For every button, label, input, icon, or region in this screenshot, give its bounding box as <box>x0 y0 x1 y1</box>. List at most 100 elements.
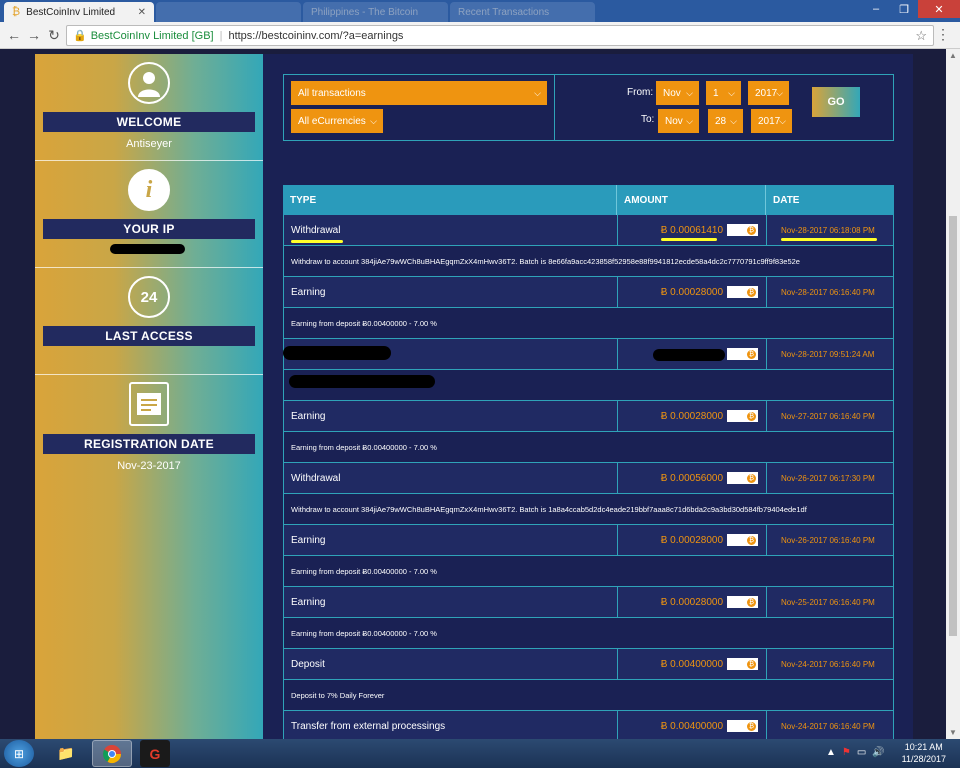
cell-amount: Ƀ 0.00400000 ₿ <box>618 711 767 739</box>
cell-type: Earning <box>284 587 618 617</box>
last-access-label: LAST ACCESS <box>43 326 255 346</box>
cell-type: Deposit <box>284 649 618 679</box>
row-description: Deposit to 7% Daily Forever <box>283 680 894 711</box>
from-year-select[interactable]: 2017 ⌵ <box>748 81 789 105</box>
amount-text: Ƀ 0.00061410 <box>660 224 723 236</box>
to-year-select[interactable]: 2017 ⌵ <box>751 109 792 133</box>
cell-date: Nov-24-2017 06:16:40 PM <box>781 659 875 669</box>
bitcoin-icon: ₿ <box>727 410 758 422</box>
table-row: Withdrawal Ƀ 0.00061410 ₿ Nov-28-2017 06:18… <box>283 215 894 246</box>
chrome-icon[interactable] <box>92 740 132 767</box>
garena-icon[interactable]: G <box>140 740 170 767</box>
cell-amount: Ƀ 0.00400000 ₿ <box>618 649 767 679</box>
amount-text: Ƀ 0.00400000 <box>660 720 723 732</box>
address-bar-row: ← → ↻ 🔒 BestCoinInv Limited [GB] | https… <box>0 22 960 49</box>
from-month-select[interactable]: Nov ⌵ <box>656 81 699 105</box>
bitcoin-icon: ₿ <box>727 658 758 670</box>
back-arrow-icon[interactable]: ← <box>4 27 24 43</box>
cell-date: Nov-26-2017 06:16:40 PM <box>781 535 875 545</box>
show-hidden-icons-icon[interactable]: ▲ <box>826 747 836 758</box>
cell-amount: Ƀ 0.00028000 ₿ <box>618 277 767 307</box>
user-avatar-icon <box>128 62 170 104</box>
cell-date: Nov-28-2017 09:51:24 AM <box>781 349 875 359</box>
from-day-select[interactable]: 1 ⌵ <box>706 81 741 105</box>
row-description: Earning from deposit Ƀ0.00400000 - 7.00 … <box>283 432 894 463</box>
url-omnibox[interactable]: 🔒 BestCoinInv Limited [GB] | https://bes… <box>66 25 934 46</box>
scroll-thumb[interactable] <box>949 216 957 636</box>
bookmark-star-icon[interactable]: ☆ <box>915 28 927 44</box>
info-icon: i <box>128 169 170 211</box>
highlight-mark <box>661 238 717 241</box>
volume-icon[interactable]: 🔊 <box>872 747 884 758</box>
registration-label: REGISTRATION DATE <box>43 434 255 454</box>
url-text: https://bestcoininv.com/?a=earnings <box>228 29 404 42</box>
highlight-mark <box>291 240 343 243</box>
ecurrency-select[interactable]: All eCurrencies ⌵ <box>291 109 383 133</box>
forward-arrow-icon[interactable]: → <box>24 27 44 43</box>
page-scrollbar[interactable]: ▲ ▼ <box>946 49 960 739</box>
cell-type: Earning <box>284 525 618 555</box>
clock-time: 10:21 AM <box>904 742 943 752</box>
transaction-filter: All transactions ⌵ All eCurrencies ⌵ From:… <box>283 74 894 141</box>
divider <box>35 160 263 161</box>
amount-text: Ƀ 0.00056000 <box>660 472 723 484</box>
tab-2[interactable] <box>156 2 301 22</box>
system-tray: ▲ ⚑ ▭ 🔊 <box>826 747 885 758</box>
browser-tab-strip: ₿ BestCoinInv Limited ✕ Philippines - Th… <box>0 0 960 22</box>
table-row: Withdrawal Ƀ 0.00056000 ₿ Nov-26-2017 06:17… <box>283 463 894 494</box>
cell-amount: Ƀ 0.00028000 ₿ <box>618 401 767 431</box>
table-row: Transfer from external processings Ƀ 0.00… <box>283 711 894 739</box>
page-viewport: WELCOME Antiseyer i YOUR IP 24 LAST ACCE… <box>0 49 946 739</box>
table-header: TYPE AMOUNT DATE <box>283 185 894 215</box>
amount-text: Ƀ 0.00028000 <box>660 410 723 422</box>
to-day-select[interactable]: 28 ⌵ <box>708 109 743 133</box>
action-center-flag-icon[interactable]: ⚑ <box>842 747 851 758</box>
reload-icon[interactable]: ↻ <box>44 27 64 44</box>
to-month-select[interactable]: Nov ⌵ <box>658 109 699 133</box>
tab-recent-transactions[interactable]: Recent Transactions <box>450 2 595 22</box>
table-row: Earning Ƀ 0.00028000 ₿ Nov-25-2017 06:16:40… <box>283 587 894 618</box>
row-description: Earning from deposit Ƀ0.00400000 - 7.00 … <box>283 618 894 649</box>
username: Antiseyer <box>126 138 172 150</box>
close-icon[interactable]: ✕ <box>138 7 146 18</box>
transaction-type-select[interactable]: All transactions ⌵ <box>291 81 547 105</box>
row-description: Withdraw to account 384jiAe79wWCh8uBHAEg… <box>283 494 894 525</box>
file-explorer-icon[interactable]: 📁 <box>46 740 86 767</box>
welcome-section: WELCOME Antiseyer <box>35 62 263 150</box>
highlight-mark <box>781 238 877 241</box>
welcome-label: WELCOME <box>43 112 255 132</box>
browser-menu-icon[interactable]: ⋮ <box>936 26 950 43</box>
clock[interactable]: 10:21 AM 11/28/2017 <box>902 741 946 765</box>
divider <box>35 374 263 375</box>
close-window-icon[interactable]: ✕ <box>918 0 960 18</box>
lock-icon: 🔒 <box>73 30 87 42</box>
cell-type: Earning <box>284 401 618 431</box>
cell-date: Nov-25-2017 06:16:40 PM <box>781 597 875 607</box>
amount-text: Ƀ 0.00028000 <box>660 596 723 608</box>
maximize-icon[interactable]: ❐ <box>890 0 918 18</box>
go-button[interactable]: GO <box>812 87 860 117</box>
bitcoin-icon: ₿ <box>727 596 758 608</box>
bitcoin-icon: ₿ <box>727 472 758 484</box>
bitcoin-icon: ₿ <box>727 348 758 360</box>
window-controls: – ❐ ✕ <box>862 0 960 18</box>
minimize-icon[interactable]: – <box>862 0 890 18</box>
cell-date: Nov-28-2017 06:16:40 PM <box>781 287 875 297</box>
windows-taskbar: ⊞ 📁 G ▲ ⚑ ▭ 🔊 10:21 AM 11/28/2017 <box>0 739 960 768</box>
tab-bestcoininv[interactable]: ₿ BestCoinInv Limited ✕ <box>4 2 154 22</box>
network-icon[interactable]: ▭ <box>857 747 866 758</box>
scroll-up-icon[interactable]: ▲ <box>949 51 957 60</box>
start-button[interactable]: ⊞ <box>4 740 34 767</box>
bitcoin-icon: ₿ <box>727 286 758 298</box>
chevron-down-icon: ⌵ <box>370 115 377 126</box>
cell-amount: Ƀ 0.00056000 ₿ <box>618 463 767 493</box>
account-sidebar: WELCOME Antiseyer i YOUR IP 24 LAST ACCE… <box>35 54 263 739</box>
scroll-down-icon[interactable]: ▼ <box>949 728 957 737</box>
secure-site-label: BestCoinInv Limited [GB] <box>90 29 214 42</box>
cell-amount: Ƀ 0.00028000 ₿ <box>618 525 767 555</box>
to-label: To: <box>641 114 655 125</box>
redacted-ip <box>110 244 185 254</box>
ip-section: i YOUR IP <box>35 169 263 239</box>
tab-philippines[interactable]: Philippines - The Bitcoin <box>303 2 448 22</box>
table-row: Earning Ƀ 0.00028000 ₿ Nov-27-2017 06:16:40… <box>283 401 894 432</box>
